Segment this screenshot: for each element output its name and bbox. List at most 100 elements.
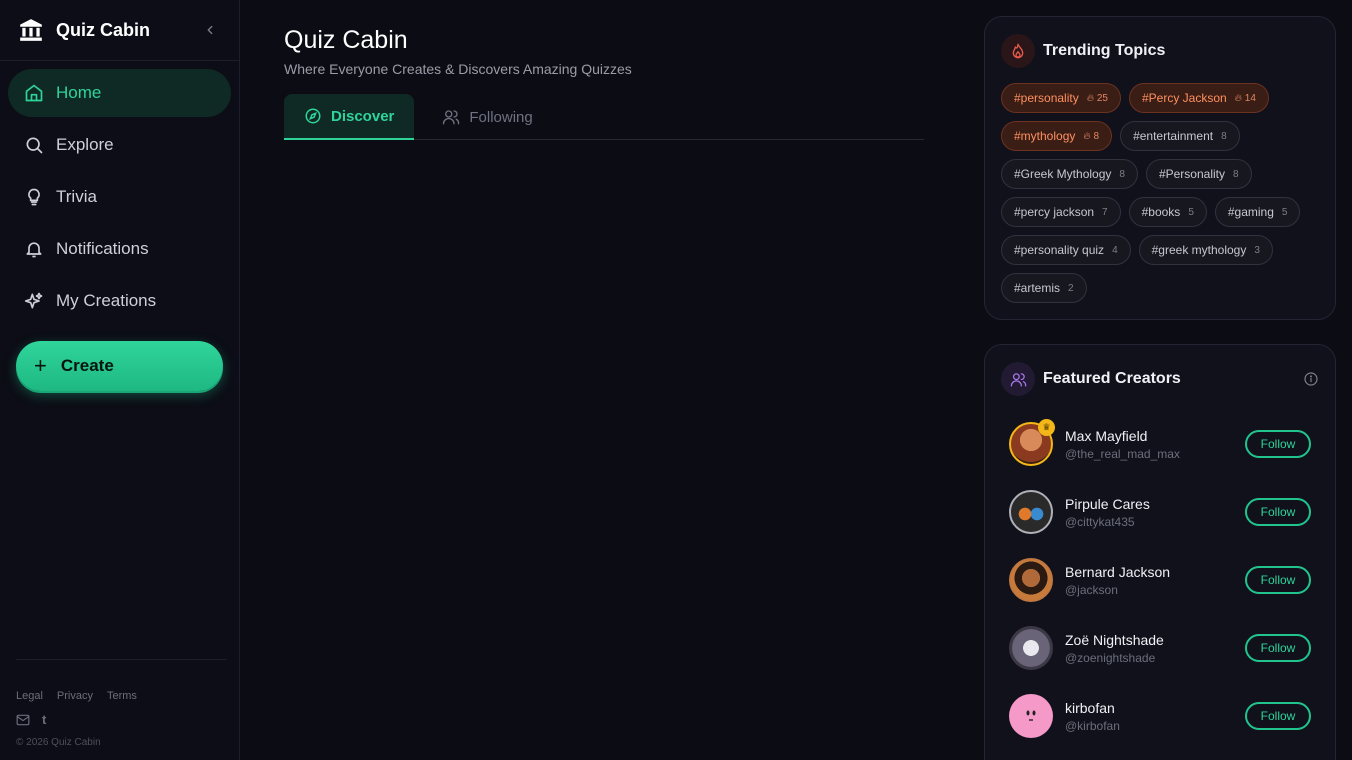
tag-label: #personality — [1014, 91, 1079, 105]
trending-tag[interactable]: #Percy Jackson 🔥︎ 14 — [1128, 83, 1269, 113]
home-icon — [25, 84, 43, 102]
compass-icon — [305, 108, 321, 124]
trending-tag[interactable]: #personality quiz 4 — [1001, 235, 1131, 265]
follow-button[interactable]: Follow — [1245, 702, 1311, 730]
creator-handle: @the_real_mad_max — [1065, 446, 1180, 461]
sidebar-item-explore[interactable]: Explore — [8, 121, 231, 169]
tag-label: #greek mythology — [1151, 243, 1247, 257]
tag-count: 8 — [1221, 130, 1227, 142]
tag-label: #gaming — [1227, 205, 1274, 219]
search-icon — [26, 137, 43, 154]
page-subtitle: Where Everyone Creates & Discovers Amazi… — [284, 61, 632, 77]
trending-tag[interactable]: #artemis 2 — [1001, 273, 1087, 303]
tag-count: 4 — [1112, 244, 1118, 256]
avatar[interactable] — [1009, 490, 1053, 534]
sidebar-item-home[interactable]: Home — [8, 69, 231, 117]
follow-button[interactable]: Follow — [1245, 498, 1311, 526]
sidebar-item-label: Explore — [56, 135, 114, 154]
trending-header: Trending Topics — [985, 17, 1335, 68]
brand-name[interactable]: Quiz Cabin — [56, 20, 150, 41]
sidebar-item-my-creations[interactable]: My Creations — [8, 277, 231, 325]
follow-button[interactable]: Follow — [1245, 634, 1311, 662]
sidebar: Quiz Cabin Home Explore Trivia Notificat… — [0, 0, 240, 760]
users-icon — [443, 110, 460, 125]
avatar[interactable] — [1009, 694, 1053, 738]
creator-name[interactable]: kirbofan — [1065, 700, 1245, 716]
creator-handle: @cittykat435 — [1065, 514, 1135, 529]
creator-handle: @kirbofan — [1065, 718, 1120, 733]
legal-link[interactable]: Legal — [16, 690, 43, 702]
flame-icon — [1001, 34, 1035, 68]
creator-info: Pirpule Cares @cittykat435 — [1065, 496, 1245, 529]
tag-label: #percy jackson — [1014, 205, 1095, 219]
privacy-link[interactable]: Privacy — [57, 690, 93, 702]
trending-tag[interactable]: #Personality 8 — [1145, 159, 1252, 189]
creator-name[interactable]: Zoë Nightshade — [1065, 632, 1245, 648]
trending-tag[interactable]: #books 5 — [1128, 197, 1207, 227]
mail-icon[interactable] — [16, 714, 30, 726]
featured-header: Featured Creators — [985, 345, 1335, 396]
main-content: Quiz Cabin Where Everyone Creates & Disc… — [284, 26, 924, 140]
tag-count: 5 — [1281, 206, 1288, 218]
sidebar-item-label: My Creations — [56, 291, 157, 310]
creator-list: ♛ Max Mayfield @the_real_mad_max Follow … — [985, 396, 1335, 750]
tab-following[interactable]: Following — [414, 94, 552, 140]
tag-count-value: 8 — [1093, 130, 1100, 142]
tag-count: 7 — [1102, 206, 1108, 218]
creator-handle: @zoenightshade — [1065, 650, 1156, 665]
tab-discover[interactable]: Discover — [284, 94, 415, 140]
page-title: Quiz Cabin — [284, 26, 408, 54]
follow-button[interactable]: Follow — [1245, 566, 1311, 594]
create-button[interactable]: + Create — [16, 341, 223, 391]
chevron-left-icon[interactable] — [203, 22, 217, 38]
creator-info: kirbofan @kirbofan — [1065, 700, 1245, 733]
trending-tag[interactable]: #greek mythology 3 — [1138, 235, 1273, 265]
creator-name[interactable]: Max Mayfield — [1065, 428, 1245, 444]
tag-count-value: 25 — [1096, 92, 1108, 104]
tag-label: #Personality — [1158, 167, 1225, 181]
trending-tag[interactable]: #gaming 5 — [1214, 197, 1301, 227]
brand: Quiz Cabin — [0, 0, 239, 61]
trending-tag[interactable]: #personality 🔥︎ 25 — [1001, 83, 1121, 113]
avatar[interactable]: ♛ — [1009, 419, 1055, 466]
tag-count: 5 — [1188, 206, 1194, 218]
tag-label: #artemis — [1014, 281, 1061, 295]
tag-label: #personality quiz — [1014, 243, 1105, 257]
copyright: © 2026 Quiz Cabin — [16, 737, 101, 748]
avatar[interactable] — [1009, 558, 1053, 602]
sidebar-footer: Legal Privacy Terms t © 2026 Quiz Cabin — [16, 659, 227, 748]
trending-tag[interactable]: #Greek Mythology 8 — [1001, 159, 1138, 189]
info-icon[interactable] — [1303, 371, 1319, 387]
sidebar-item-label: Home — [56, 83, 102, 102]
follow-button[interactable]: Follow — [1245, 430, 1311, 458]
featured-creators-panel: Featured Creators ♛ Max Mayfield @the_re… — [984, 344, 1336, 760]
bell-icon — [26, 242, 42, 258]
featured-title: Featured Creators — [1043, 370, 1181, 387]
tab-label: Discover — [331, 107, 395, 125]
creator-info: Max Mayfield @the_real_mad_max — [1065, 428, 1245, 461]
tag-count-value: 14 — [1244, 92, 1256, 104]
creator-name[interactable]: Pirpule Cares — [1065, 496, 1245, 512]
trending-tag[interactable]: #mythology 🔥︎ 8 — [1001, 121, 1113, 151]
creator-row: Bernard Jackson @jackson Follow — [1009, 546, 1311, 614]
creator-name[interactable]: Bernard Jackson — [1065, 564, 1245, 580]
trending-title: Trending Topics — [1043, 42, 1166, 59]
tumblr-icon[interactable]: t — [42, 712, 46, 727]
creator-info: Bernard Jackson @jackson — [1065, 564, 1245, 597]
creator-row: Pirpule Cares @cittykat435 Follow — [1009, 478, 1311, 546]
tag-count: 3 — [1254, 244, 1260, 256]
terms-link[interactable]: Terms — [107, 690, 137, 702]
avatar[interactable] — [1009, 626, 1053, 670]
sidebar-item-notifications[interactable]: Notifications — [8, 225, 231, 273]
tag-count: 2 — [1068, 282, 1074, 294]
footer-icons: t — [16, 712, 227, 727]
sidebar-item-trivia[interactable]: Trivia — [8, 173, 231, 221]
trending-tag[interactable]: #percy jackson 7 — [1001, 197, 1121, 227]
creator-row: ♛ Max Mayfield @the_real_mad_max Follow — [1009, 410, 1311, 478]
tab-label: Following — [469, 108, 533, 126]
trending-tags: #personality 🔥︎ 25 #Percy Jackson 🔥︎ 14 #m… — [985, 68, 1335, 303]
trending-tag[interactable]: #entertainment 8 — [1120, 121, 1240, 151]
tag-count: 🔥︎ 25 — [1086, 92, 1108, 104]
crown-icon: ♛ — [1038, 419, 1055, 436]
feed-tabs: Discover Following — [284, 94, 924, 140]
